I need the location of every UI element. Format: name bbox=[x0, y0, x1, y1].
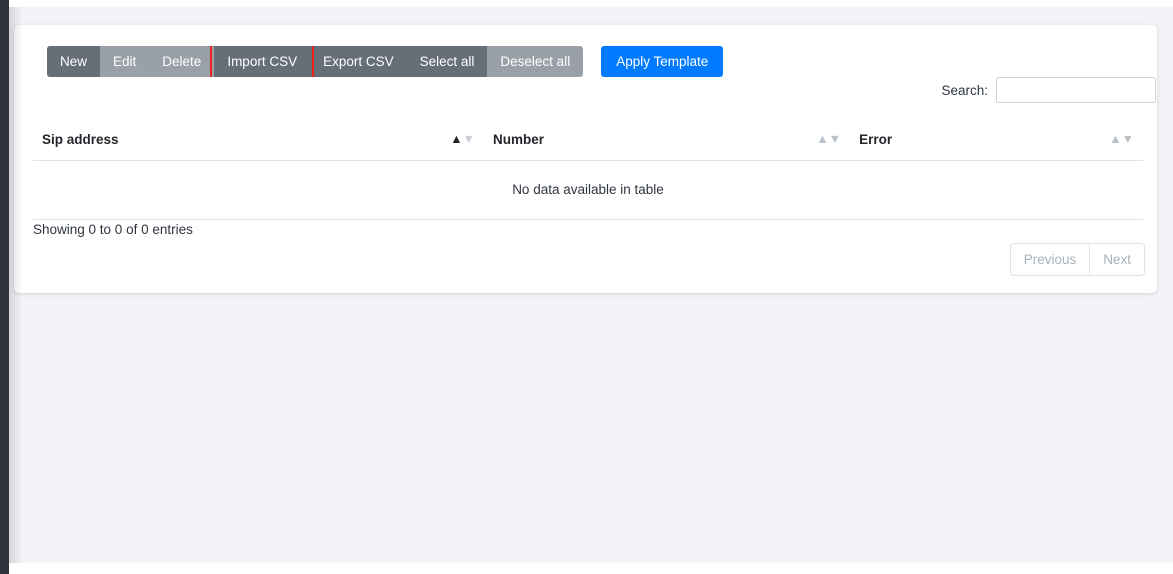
column-header-error[interactable]: Error ▲ ▼ bbox=[850, 120, 1143, 161]
import-csv-button-wrapper: Import CSV bbox=[210, 46, 315, 77]
rail-shadow bbox=[9, 7, 23, 563]
results-table: Sip address ▲ ▼ Number ▲ ▼ Error ▲ ▼ No … bbox=[33, 120, 1143, 220]
select-all-button-wrapper: Select all bbox=[406, 46, 488, 77]
table-body: No data available in table bbox=[33, 160, 1143, 220]
column-header-sip-address[interactable]: Sip address ▲ ▼ bbox=[33, 120, 484, 161]
sort-none-icon: ▲ ▼ bbox=[1109, 132, 1134, 147]
table-empty-row: No data available in table bbox=[33, 160, 1143, 220]
action-button-group: New Edit Delete Import CSV Export CSV Se… bbox=[47, 46, 584, 77]
column-header-error-label: Error bbox=[859, 132, 893, 147]
export-csv-button[interactable]: Export CSV bbox=[310, 46, 407, 77]
table-header-row: Sip address ▲ ▼ Number ▲ ▼ Error ▲ ▼ bbox=[33, 120, 1143, 161]
search-input[interactable] bbox=[996, 77, 1156, 103]
new-button-wrapper: New bbox=[47, 46, 101, 77]
deselect-all-button[interactable]: Deselect all bbox=[487, 46, 584, 77]
data-table-card: New Edit Delete Import CSV Export CSV Se… bbox=[14, 25, 1157, 293]
column-header-number[interactable]: Number ▲ ▼ bbox=[484, 120, 851, 161]
bottom-strip bbox=[9, 563, 1173, 574]
left-sidebar-rail bbox=[0, 0, 9, 574]
pagination: Previous Next bbox=[1009, 243, 1145, 276]
app-viewport: New Edit Delete Import CSV Export CSV Se… bbox=[0, 0, 1173, 574]
export-csv-button-wrapper: Export CSV bbox=[310, 46, 407, 77]
edit-button[interactable]: Edit bbox=[100, 46, 150, 77]
pagination-next-button[interactable]: Next bbox=[1089, 244, 1144, 275]
delete-button[interactable]: Delete bbox=[149, 46, 215, 77]
table-head: Sip address ▲ ▼ Number ▲ ▼ Error ▲ ▼ bbox=[33, 120, 1143, 161]
import-csv-button[interactable]: Import CSV bbox=[214, 46, 311, 77]
new-button[interactable]: New bbox=[47, 46, 101, 77]
select-all-button[interactable]: Select all bbox=[406, 46, 488, 77]
column-header-sip-address-label: Sip address bbox=[42, 132, 119, 147]
table-toolbar: New Edit Delete Import CSV Export CSV Se… bbox=[47, 46, 724, 77]
deselect-all-button-wrapper: Deselect all bbox=[487, 46, 584, 77]
delete-button-wrapper: Delete bbox=[149, 46, 215, 77]
edit-button-wrapper: Edit bbox=[100, 46, 150, 77]
sort-none-icon: ▲ ▼ bbox=[816, 132, 842, 147]
table-entries-info: Showing 0 to 0 of 0 entries bbox=[33, 222, 193, 237]
apply-template-button[interactable]: Apply Template bbox=[601, 46, 724, 77]
table-empty-message: No data available in table bbox=[33, 160, 1143, 220]
sort-asc-icon: ▲ ▼ bbox=[450, 132, 475, 147]
search-row: Search: bbox=[14, 77, 1157, 103]
search-label: Search: bbox=[941, 82, 988, 98]
column-header-number-label: Number bbox=[493, 132, 545, 147]
pagination-previous-button[interactable]: Previous bbox=[1010, 244, 1090, 275]
